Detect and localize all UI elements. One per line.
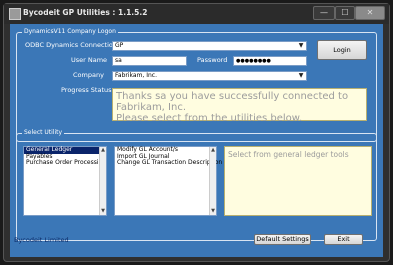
password-field[interactable]: ●●●●●●●● xyxy=(233,56,307,66)
company-logon-legend: DynamicsV11 Company Logon xyxy=(22,28,118,35)
company-logon-group: DynamicsV11 Company Logon ODBC Dynamics … xyxy=(16,28,377,142)
company-dropdown[interactable]: Fabrikam, Inc. ▼ xyxy=(112,71,307,81)
password-label: Password xyxy=(197,56,228,64)
close-button[interactable]: ✕ xyxy=(355,6,385,20)
progress-status-box: Thanks sa you have successfully connecte… xyxy=(112,88,367,124)
login-button[interactable]: Login xyxy=(317,40,367,60)
title-bar[interactable]: Bycodeit GP Utilities : 1.1.5.2 — ☐ ✕ xyxy=(4,4,389,24)
app-window: Bycodeit GP Utilities : 1.1.5.2 — ☐ ✕ Dy… xyxy=(3,3,390,262)
scroll-up-icon[interactable]: ▲ xyxy=(100,147,106,154)
tools-description-box: Select from general ledger tools xyxy=(224,146,372,216)
minimize-button[interactable]: — xyxy=(313,6,335,20)
select-utility-group: Select Utility General Ledger Payables P… xyxy=(16,129,377,241)
maximize-button[interactable]: ☐ xyxy=(335,6,355,20)
category-scrollbar[interactable]: ▲ ▼ xyxy=(99,147,106,215)
scroll-down-icon[interactable]: ▼ xyxy=(210,208,216,215)
company-value: Fabrikam, Inc. xyxy=(115,72,158,79)
scroll-up-icon[interactable]: ▲ xyxy=(210,147,216,154)
utility-category-list[interactable]: General Ledger Payables Purchase Order P… xyxy=(23,146,107,216)
odbc-connection-dropdown[interactable]: GP ▼ xyxy=(112,41,307,51)
chevron-down-icon: ▼ xyxy=(298,72,304,79)
select-utility-legend: Select Utility xyxy=(22,129,65,136)
progress-status-label: Progress Status xyxy=(61,86,112,94)
bycodeit-link[interactable]: Bycodeit Limited xyxy=(14,236,69,244)
odbc-connection-value: GP xyxy=(115,42,124,49)
window-title: Bycodeit GP Utilities : 1.1.5.2 xyxy=(23,8,148,17)
odbc-label: ODBC Dynamics Connection xyxy=(25,41,117,49)
user-name-field[interactable]: sa xyxy=(112,56,187,66)
tools-scrollbar[interactable]: ▲ ▼ xyxy=(209,147,216,215)
exit-button[interactable]: Exit xyxy=(324,234,363,245)
utility-tools-list[interactable]: Modify GL Account/s Import GL Journal Ch… xyxy=(114,146,222,216)
default-settings-button[interactable]: Default Settings xyxy=(254,234,311,245)
client-area: DynamicsV11 Company Logon ODBC Dynamics … xyxy=(10,24,383,257)
user-name-label: User Name xyxy=(71,56,108,64)
company-label: Company xyxy=(73,71,104,79)
app-icon xyxy=(9,8,21,20)
chevron-down-icon: ▼ xyxy=(298,42,304,49)
scroll-down-icon[interactable]: ▼ xyxy=(100,208,106,215)
list-item-purchase-order-processing[interactable]: Purchase Order Processing xyxy=(24,159,106,167)
list-item-change-gl-transaction-description[interactable]: Change GL Transaction Description xyxy=(115,159,222,167)
